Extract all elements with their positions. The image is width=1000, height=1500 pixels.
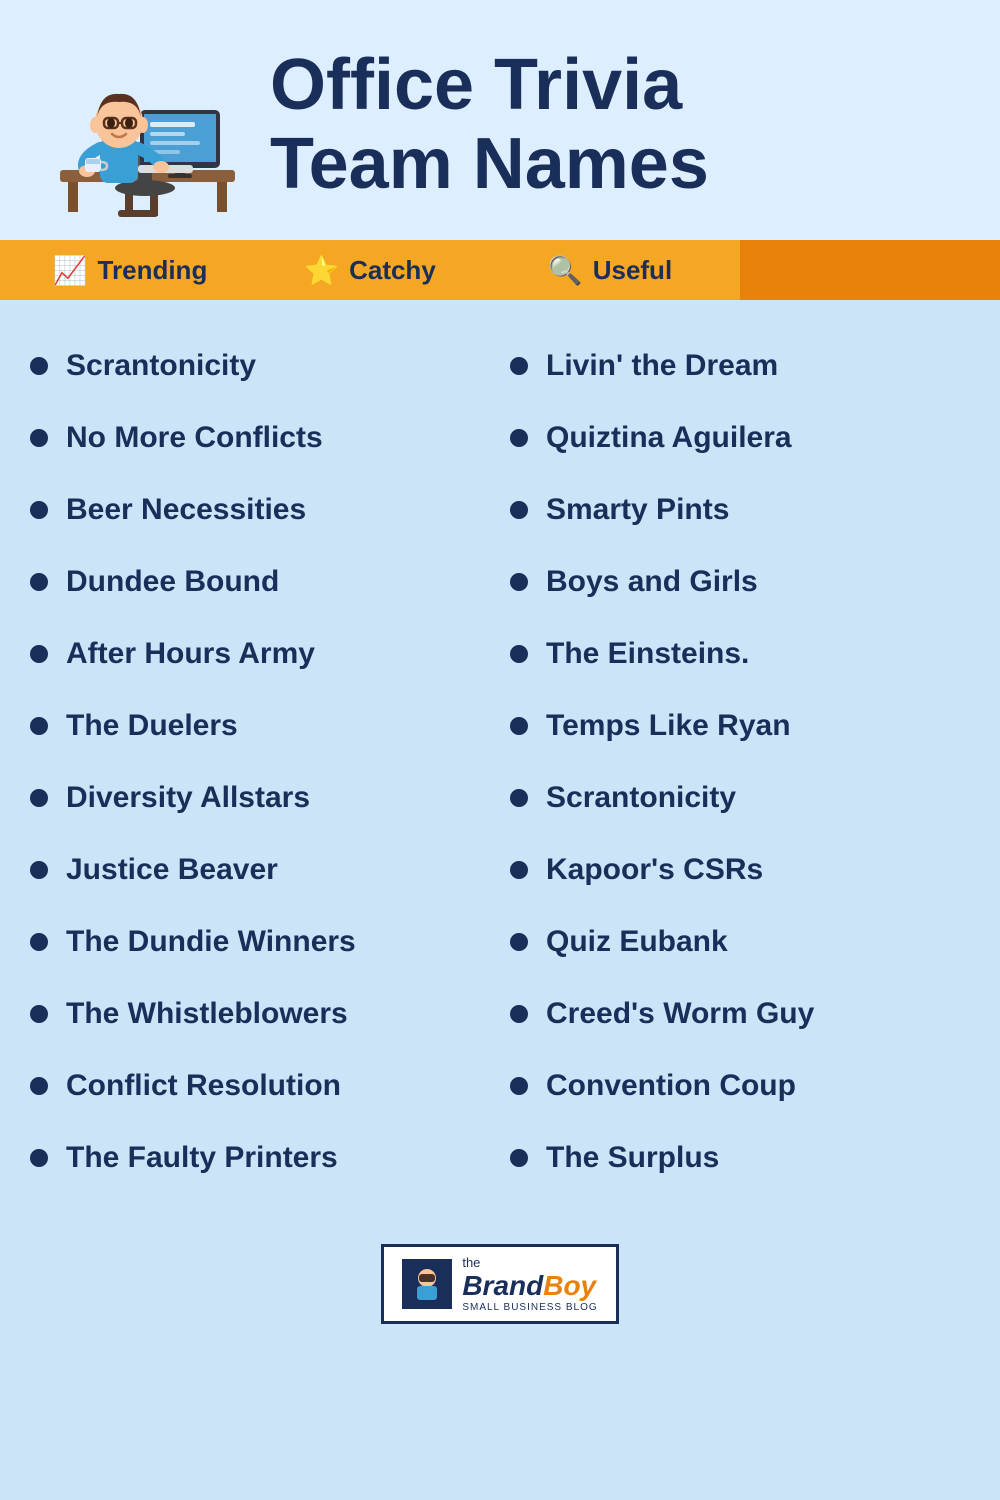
bullet-right-3: [510, 573, 528, 591]
trending-icon: 📈: [53, 254, 88, 287]
tab-extra: [740, 240, 1000, 300]
list-item-text-right-5: Temps Like Ryan: [546, 708, 791, 744]
bullet-right-10: [510, 1077, 528, 1095]
list-item-left-7: Justice Beaver: [30, 834, 490, 906]
bullet-right-0: [510, 357, 528, 375]
list-item-text-left-10: Conflict Resolution: [66, 1068, 341, 1104]
list-item-text-left-4: After Hours Army: [66, 636, 315, 672]
list-item-text-right-11: The Surplus: [546, 1140, 719, 1176]
list-item-text-right-1: Quiztina Aguilera: [546, 420, 792, 456]
list-item-right-10: Convention Coup: [510, 1050, 970, 1122]
list-item-text-left-11: The Faulty Printers: [66, 1140, 338, 1176]
left-column: Scrantonicity No More Conflicts Beer Neces…: [30, 330, 490, 1194]
bullet-left-5: [30, 717, 48, 735]
bullet-left-4: [30, 645, 48, 663]
list-item-text-right-2: Smarty Pints: [546, 492, 729, 528]
list-item-left-8: The Dundie Winners: [30, 906, 490, 978]
list-item-text-right-9: Creed's Worm Guy: [546, 996, 814, 1032]
bullet-right-6: [510, 789, 528, 807]
logo-sub-text: SMALL BUSINESS BLOG: [462, 1302, 597, 1313]
bullet-right-9: [510, 1005, 528, 1023]
list-item-right-8: Quiz Eubank: [510, 906, 970, 978]
tab-useful[interactable]: 🔍 Useful: [480, 240, 740, 300]
list-item-left-3: Dundee Bound: [30, 546, 490, 618]
list-item-text-left-0: Scrantonicity: [66, 348, 256, 384]
list-item-text-left-6: Diversity Allstars: [66, 780, 310, 816]
bullet-right-7: [510, 861, 528, 879]
tab-trending-label: Trending: [98, 255, 208, 286]
bullet-right-8: [510, 933, 528, 951]
logo-text: the BrandBoy SMALL BUSINESS BLOG: [462, 1255, 597, 1313]
bullet-left-11: [30, 1149, 48, 1167]
list-item-left-5: The Duelers: [30, 690, 490, 762]
list-item-left-11: The Faulty Printers: [30, 1122, 490, 1194]
tab-useful-label: Useful: [593, 255, 672, 286]
header-illustration: [30, 30, 250, 220]
list-item-text-right-3: Boys and Girls: [546, 564, 758, 600]
list-item-right-6: Scrantonicity: [510, 762, 970, 834]
list-item-text-left-9: The Whistleblowers: [66, 996, 348, 1032]
logo-the-text: the: [462, 1255, 597, 1270]
list-section: Scrantonicity No More Conflicts Beer Neces…: [0, 300, 1000, 1214]
logo-section: the BrandBoy SMALL BUSINESS BLOG: [0, 1224, 1000, 1344]
list-item-right-5: Temps Like Ryan: [510, 690, 970, 762]
logo-icon: [402, 1259, 452, 1309]
catchy-icon: ⭐: [304, 254, 339, 287]
list-item-text-right-0: Livin' the Dream: [546, 348, 778, 384]
list-item-text-left-8: The Dundie Winners: [66, 924, 356, 960]
list-item-left-2: Beer Necessities: [30, 474, 490, 546]
bullet-right-11: [510, 1149, 528, 1167]
list-item-left-9: The Whistleblowers: [30, 978, 490, 1050]
bullet-left-9: [30, 1005, 48, 1023]
right-column: Livin' the Dream Quiztina Aguilera Smarty …: [510, 330, 970, 1194]
list-item-left-0: Scrantonicity: [30, 330, 490, 402]
list-item-right-3: Boys and Girls: [510, 546, 970, 618]
list-item-right-7: Kapoor's CSRs: [510, 834, 970, 906]
list-item-text-right-4: The Einsteins.: [546, 636, 749, 672]
tab-catchy[interactable]: ⭐ Catchy: [260, 240, 480, 300]
bullet-left-1: [30, 429, 48, 447]
bullet-right-1: [510, 429, 528, 447]
page-title: Office Trivia Team Names: [270, 46, 709, 204]
list-item-text-left-2: Beer Necessities: [66, 492, 306, 528]
header: Office Trivia Team Names: [0, 0, 1000, 240]
useful-icon: 🔍: [548, 254, 583, 287]
list-item-text-left-3: Dundee Bound: [66, 564, 279, 600]
bullet-left-0: [30, 357, 48, 375]
header-text: Office Trivia Team Names: [270, 46, 709, 204]
bullet-right-4: [510, 645, 528, 663]
list-item-text-right-10: Convention Coup: [546, 1068, 796, 1104]
list-item-left-1: No More Conflicts: [30, 402, 490, 474]
list-item-right-2: Smarty Pints: [510, 474, 970, 546]
bullet-right-2: [510, 501, 528, 519]
list-item-text-left-1: No More Conflicts: [66, 420, 323, 456]
tab-bar: 📈 Trending ⭐ Catchy 🔍 Useful: [0, 240, 1000, 300]
list-item-right-11: The Surplus: [510, 1122, 970, 1194]
bullet-left-8: [30, 933, 48, 951]
list-item-left-6: Diversity Allstars: [30, 762, 490, 834]
list-item-right-1: Quiztina Aguilera: [510, 402, 970, 474]
list-item-text-left-7: Justice Beaver: [66, 852, 278, 888]
bullet-left-3: [30, 573, 48, 591]
page-wrapper: Office Trivia Team Names 📈 Trending ⭐ Ca…: [0, 0, 1000, 1500]
bullet-left-7: [30, 861, 48, 879]
list-item-text-right-7: Kapoor's CSRs: [546, 852, 763, 888]
bullet-right-5: [510, 717, 528, 735]
tab-trending[interactable]: 📈 Trending: [0, 240, 260, 300]
bullet-left-10: [30, 1077, 48, 1095]
bullet-left-6: [30, 789, 48, 807]
logo-brand-text: BrandBoy: [462, 1270, 597, 1302]
logo-box: the BrandBoy SMALL BUSINESS BLOG: [381, 1244, 618, 1324]
list-item-left-10: Conflict Resolution: [30, 1050, 490, 1122]
list-item-text-left-5: The Duelers: [66, 708, 238, 744]
tab-catchy-label: Catchy: [349, 255, 436, 286]
list-item-left-4: After Hours Army: [30, 618, 490, 690]
list-item-text-right-6: Scrantonicity: [546, 780, 736, 816]
list-item-text-right-8: Quiz Eubank: [546, 924, 728, 960]
list-item-right-9: Creed's Worm Guy: [510, 978, 970, 1050]
bullet-left-2: [30, 501, 48, 519]
list-item-right-4: The Einsteins.: [510, 618, 970, 690]
list-item-right-0: Livin' the Dream: [510, 330, 970, 402]
